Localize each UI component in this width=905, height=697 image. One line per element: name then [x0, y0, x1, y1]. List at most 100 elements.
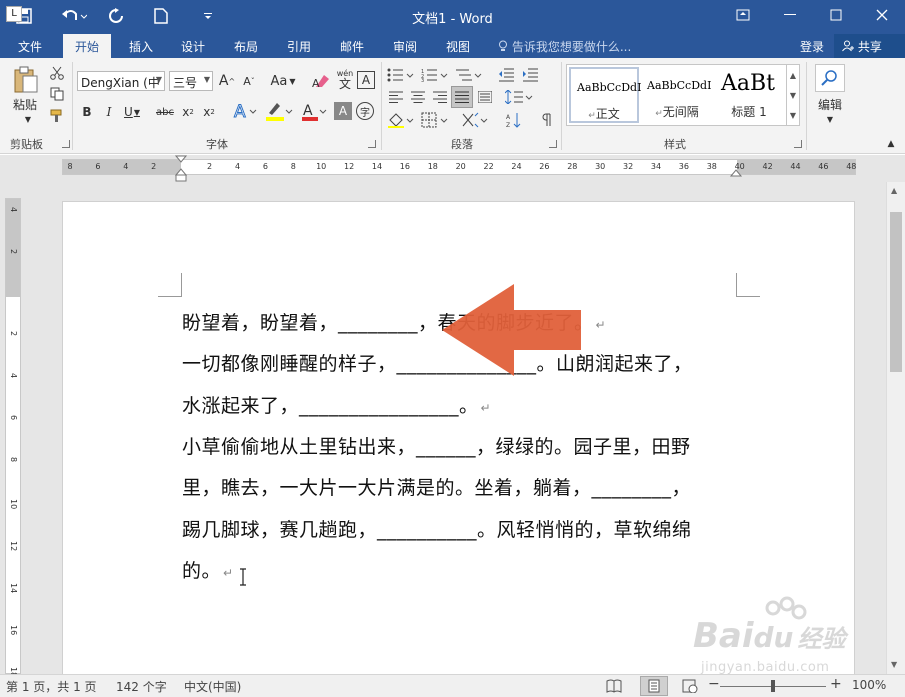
collapse-ribbon-icon[interactable]: ▲: [884, 138, 898, 150]
paste-icon[interactable]: [12, 66, 40, 94]
svg-text:A: A: [506, 114, 511, 121]
tab-mailings[interactable]: 邮件: [340, 38, 364, 55]
change-case-icon[interactable]: Aa ▼: [268, 71, 298, 91]
gallery-more-icon[interactable]: ▼: [786, 105, 799, 125]
editing-dropdown-icon[interactable]: ▼: [825, 114, 835, 124]
distributed-icon[interactable]: [475, 88, 495, 106]
gallery-down-icon[interactable]: ▼: [786, 85, 799, 105]
tab-references[interactable]: 引用: [287, 38, 311, 55]
increase-indent-icon[interactable]: [520, 66, 540, 84]
tab-design[interactable]: 设计: [181, 38, 205, 55]
right-indent-marker-icon[interactable]: [729, 166, 743, 178]
zoom-slider-thumb[interactable]: [771, 680, 775, 692]
minimize-icon[interactable]: [778, 4, 802, 26]
gallery-up-icon[interactable]: ▲: [786, 65, 799, 85]
paragraph-launcher-icon[interactable]: [549, 140, 557, 148]
tab-selector-icon[interactable]: L: [6, 6, 22, 22]
style-no-spacing[interactable]: AaBbCcDdI ↵无间隔: [641, 67, 713, 123]
scroll-down-icon[interactable]: ▼: [891, 660, 897, 669]
print-layout-icon[interactable]: [640, 676, 668, 696]
document-line[interactable]: 的。 ↵: [182, 556, 234, 583]
shrink-font-icon[interactable]: Aˇ: [240, 71, 258, 91]
ruler-tick-label: 2: [9, 331, 18, 337]
tab-insert[interactable]: 插入: [129, 38, 153, 55]
word-count[interactable]: 142 个字: [116, 678, 167, 695]
document-line[interactable]: 水涨起来了，________________。 ↵: [182, 391, 491, 418]
phonetic-guide-icon[interactable]: wén 文: [335, 68, 355, 92]
share-button[interactable]: 共享: [834, 34, 905, 58]
language-indicator[interactable]: 中文(中国): [184, 678, 241, 695]
document-line[interactable]: 里，瞧去，一大片一大片满是的。坐着，躺着，________，: [182, 473, 691, 500]
clear-formatting-icon[interactable]: A: [310, 71, 332, 91]
editing-button[interactable]: 编辑: [812, 96, 848, 112]
text-effects-icon[interactable]: A: [232, 100, 258, 122]
signin-link[interactable]: 登录: [800, 38, 824, 55]
shading-icon[interactable]: [386, 110, 416, 130]
underline-glyph: U: [124, 105, 133, 119]
vertical-ruler[interactable]: 4 2 2 4 6 8 10 12 14 16 18: [5, 198, 21, 677]
borders-icon[interactable]: [420, 110, 450, 130]
subscript-button[interactable]: x2: [179, 102, 197, 122]
enclose-characters-icon[interactable]: 字: [356, 102, 374, 120]
group-separator: [806, 62, 807, 150]
character-shading-icon[interactable]: A: [334, 102, 352, 120]
paste-dropdown-icon[interactable]: ▼: [23, 114, 33, 124]
decrease-indent-icon[interactable]: [496, 66, 516, 84]
italic-button[interactable]: I: [100, 102, 118, 122]
font-name-combo[interactable]: DengXian (中 ▼: [77, 71, 165, 91]
font-size-combo[interactable]: 三号 ▼: [169, 71, 213, 91]
zoom-in-button[interactable]: +: [830, 676, 842, 692]
group-separator: [381, 62, 382, 150]
tab-view[interactable]: 视图: [446, 38, 470, 55]
underline-button[interactable]: U ▼: [121, 102, 143, 122]
superscript-button[interactable]: x2: [200, 102, 218, 122]
justify-icon[interactable]: [451, 86, 473, 108]
clipboard-launcher-icon[interactable]: [62, 140, 70, 148]
search-icon[interactable]: [815, 64, 845, 92]
multilevel-list-icon[interactable]: [454, 66, 484, 84]
paste-button[interactable]: 粘贴: [10, 96, 40, 112]
tab-review[interactable]: 审阅: [393, 38, 417, 55]
zoom-out-button[interactable]: −: [708, 676, 720, 692]
tell-me-box[interactable]: 告诉我您想要做什么...: [498, 38, 631, 55]
styles-launcher-icon[interactable]: [794, 140, 802, 148]
scroll-up-icon[interactable]: ▲: [891, 186, 897, 195]
web-layout-icon[interactable]: [682, 679, 698, 696]
document-line[interactable]: 踢几脚球，赛几趟跑，__________。风轻悄悄的，草软绵绵: [182, 515, 692, 542]
align-right-icon[interactable]: [430, 88, 450, 106]
close-icon[interactable]: [870, 4, 894, 26]
show-formatting-marks-icon[interactable]: [538, 110, 556, 130]
read-mode-icon[interactable]: [606, 679, 622, 696]
tab-file[interactable]: 文件: [18, 38, 42, 55]
scroll-thumb[interactable]: [890, 212, 902, 372]
document-line[interactable]: 小草偷偷地从土里钻出来，______，绿绿的。园子里，田野: [182, 432, 691, 459]
cut-icon[interactable]: [48, 64, 66, 82]
strikethrough-button[interactable]: abc: [154, 102, 176, 122]
chinese-layout-icon[interactable]: [460, 110, 490, 130]
tab-layout[interactable]: 布局: [234, 38, 258, 55]
align-left-icon[interactable]: [386, 88, 406, 106]
tab-home[interactable]: 开始: [63, 34, 112, 58]
indent-markers-icon[interactable]: [174, 155, 188, 183]
grow-font-icon[interactable]: A ^: [218, 71, 236, 91]
numbering-icon[interactable]: 123: [420, 66, 450, 84]
style-heading-1[interactable]: AaBt 标题 1: [715, 67, 783, 123]
bullets-icon[interactable]: [386, 66, 416, 84]
ribbon-display-icon[interactable]: [731, 4, 755, 26]
copy-icon[interactable]: [48, 85, 66, 103]
ruler-tick-label: 32: [623, 162, 634, 171]
line-spacing-icon[interactable]: [504, 88, 534, 106]
format-painter-icon[interactable]: [48, 107, 66, 125]
align-center-icon[interactable]: [408, 88, 428, 106]
sort-icon[interactable]: AZ: [504, 110, 524, 130]
highlight-color-icon[interactable]: [264, 100, 294, 122]
font-launcher-icon[interactable]: [368, 140, 376, 148]
maximize-icon[interactable]: [824, 4, 848, 26]
page-count[interactable]: 第 1 页，共 1 页: [6, 678, 97, 695]
style-normal[interactable]: AaBbCcDdI ↵正文: [569, 67, 641, 123]
font-color-icon[interactable]: A: [300, 100, 328, 122]
zoom-level[interactable]: 100%: [852, 678, 886, 692]
bold-button[interactable]: B: [78, 102, 96, 122]
character-border-icon[interactable]: A: [357, 71, 375, 89]
vertical-scrollbar[interactable]: ▲ ▼: [886, 182, 905, 674]
